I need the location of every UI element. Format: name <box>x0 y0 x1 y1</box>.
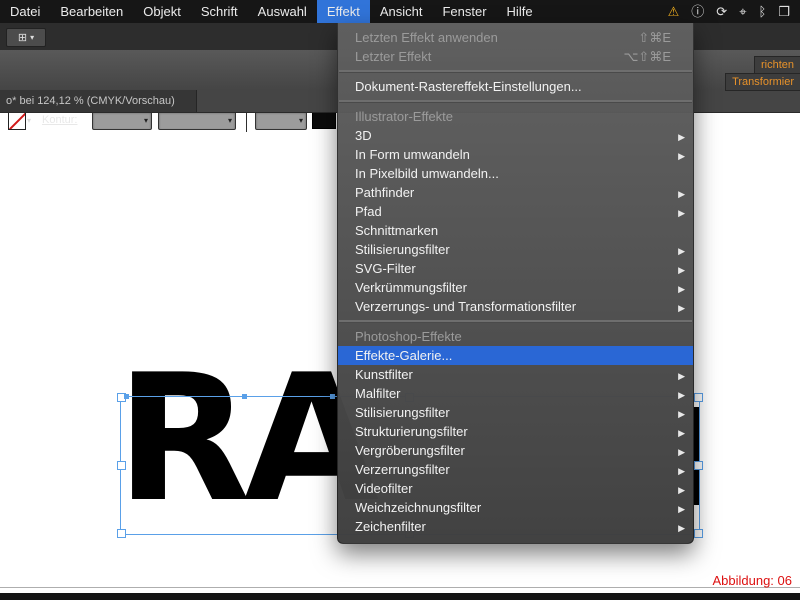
chevron-down-icon: ▾ <box>298 116 303 125</box>
tab-transformieren[interactable]: Transformier <box>725 73 800 91</box>
artboard-bottom-edge <box>0 587 800 588</box>
submenu-arrow-icon <box>673 462 685 477</box>
menu-item: Illustrator-Effekte <box>355 109 454 124</box>
selection-handle[interactable] <box>694 461 703 470</box>
submenu-arrow-icon <box>673 299 685 314</box>
menu-item <box>339 320 692 323</box>
illustrator-window: RA Datei Bearbeiten Objekt Schrift Auswa… <box>0 0 800 600</box>
menubar-item-objekt[interactable]: Objekt <box>133 0 191 23</box>
anchor-point[interactable] <box>330 394 335 399</box>
menu-item[interactable]: Weichzeichnungsfilter <box>338 498 693 517</box>
figure-caption: Abbildung: 06 <box>712 573 792 588</box>
submenu-arrow-icon <box>673 204 685 219</box>
brush-combo[interactable]: ▾ <box>255 111 307 130</box>
menubar-status-icons: ⚠ ⓘ ⟳ ⌖ ᛒ ❒ <box>668 0 800 23</box>
menu-item[interactable]: 3D <box>338 126 693 145</box>
menu-item[interactable]: Videofilter <box>338 479 693 498</box>
menu-item[interactable]: Verzerrungs- und Transformationsfilter <box>338 297 693 316</box>
menu-item[interactable]: In Form umwandeln <box>338 145 693 164</box>
menu-item[interactable]: Stilisierungsfilter <box>338 403 693 422</box>
selection-handle[interactable] <box>117 529 126 538</box>
submenu-arrow-icon <box>673 185 685 200</box>
effekt-dropdown-menu: Letzten Effekt anwenden ⇧⌘E Letzter Effe… <box>337 23 694 544</box>
submenu-arrow-icon <box>673 147 685 162</box>
menubar-item-fenster[interactable]: Fenster <box>432 0 496 23</box>
menu-item[interactable]: Malfilter <box>338 384 693 403</box>
submenu-arrow-icon <box>673 367 685 382</box>
info-icon[interactable]: ⓘ <box>691 5 704 18</box>
bluetooth-icon[interactable]: ᛒ <box>759 5 767 18</box>
menu-item[interactable]: Verkrümmungsfilter <box>338 278 693 297</box>
chevron-down-icon: ▾ <box>27 116 32 125</box>
menu-item <box>339 70 692 73</box>
submenu-arrow-icon <box>673 481 685 496</box>
anchor-point[interactable] <box>124 394 129 399</box>
submenu-arrow-icon <box>673 424 685 439</box>
chevron-down-icon: ▾ <box>227 116 232 125</box>
display-icon[interactable]: ❒ <box>778 5 790 18</box>
document-layout-button[interactable]: ⊞ ▾ <box>6 28 46 47</box>
stroke-label[interactable]: Kontur: <box>42 114 77 126</box>
grid-layout-icon: ⊞ <box>17 32 28 44</box>
menu-item[interactable]: In Pixelbild umwandeln... <box>338 164 693 183</box>
fill-none-swatch[interactable] <box>8 112 26 130</box>
submenu-arrow-icon <box>673 519 685 534</box>
submenu-arrow-icon <box>673 242 685 257</box>
menubar-item-auswahl[interactable]: Auswahl <box>248 0 317 23</box>
menu-item: Letzten Effekt anwenden ⇧⌘E <box>355 29 671 46</box>
submenu-arrow-icon <box>673 386 685 401</box>
menu-item <box>339 100 692 103</box>
menubar-item-effekt[interactable]: Effekt <box>316 0 370 23</box>
sync-icon[interactable]: ⟳ <box>716 5 727 18</box>
menubar-item-hilfe[interactable]: Hilfe <box>497 0 543 23</box>
variable-width-combo[interactable]: ▾ <box>158 111 236 130</box>
menubar-item-bearbeiten[interactable]: Bearbeiten <box>50 0 133 23</box>
submenu-arrow-icon <box>673 443 685 458</box>
menu-item: Letzter Effekt ⌥⇧⌘E <box>355 48 671 65</box>
selection-handle[interactable] <box>694 393 703 402</box>
menu-item[interactable]: Stilisierungsfilter <box>338 240 693 259</box>
selection-handle[interactable] <box>694 529 703 538</box>
menu-item[interactable]: Pfad <box>338 202 693 221</box>
menu-item[interactable]: Kunstfilter <box>338 365 693 384</box>
submenu-arrow-icon <box>673 128 685 143</box>
menu-item[interactable]: SVG-Filter <box>338 259 693 278</box>
document-tab[interactable]: o* bei 124,12 % (CMYK/Vorschau) <box>0 90 197 112</box>
menu-item[interactable]: Dokument-Rastereffekt-Einstellungen... <box>338 77 693 96</box>
chevron-down-icon: ▾ <box>143 116 148 125</box>
menubar: Datei Bearbeiten Objekt Schrift Auswahl … <box>0 0 800 23</box>
chevron-down-icon: ▾ <box>30 33 35 42</box>
menu-item: Photoshop-Effekte <box>355 329 462 344</box>
style-swatch[interactable] <box>312 112 336 129</box>
anchor-point[interactable] <box>242 394 247 399</box>
menubar-items: Datei Bearbeiten Objekt Schrift Auswahl … <box>0 0 543 23</box>
menu-item[interactable]: Schnittmarken <box>338 221 693 240</box>
menubar-item-datei[interactable]: Datei <box>0 0 50 23</box>
menu-item[interactable]: Pathfinder <box>338 183 693 202</box>
submenu-arrow-icon <box>673 405 685 420</box>
tab-ausrichten[interactable]: richten <box>753 56 800 74</box>
window-bottom-edge <box>0 593 800 600</box>
submenu-arrow-icon <box>673 500 685 515</box>
menu-item[interactable]: Effekte-Galerie... <box>338 346 693 365</box>
menu-item[interactable]: Zeichenfilter <box>338 517 693 536</box>
warning-icon[interactable]: ⚠ <box>668 5 680 18</box>
target-icon[interactable]: ⌖ <box>739 5 746 18</box>
stroke-weight-combo[interactable]: ▾ <box>92 111 152 130</box>
submenu-arrow-icon <box>673 261 685 276</box>
menubar-item-ansicht[interactable]: Ansicht <box>370 0 433 23</box>
menubar-item-schrift[interactable]: Schrift <box>191 0 248 23</box>
menu-item[interactable]: Strukturierungsfilter <box>338 422 693 441</box>
menu-item[interactable]: Vergröberungsfilter <box>338 441 693 460</box>
selection-handle[interactable] <box>117 461 126 470</box>
submenu-arrow-icon <box>673 280 685 295</box>
menu-item[interactable]: Verzerrungsfilter <box>338 460 693 479</box>
